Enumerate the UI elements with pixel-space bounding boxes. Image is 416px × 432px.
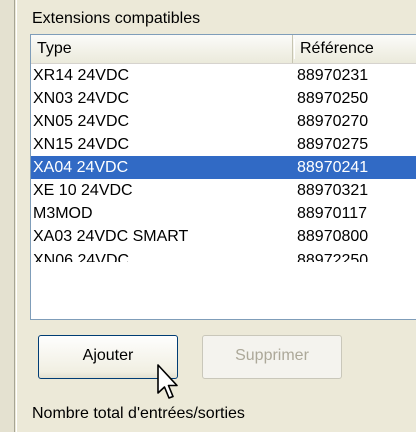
cell-type: XR14 24VDC: [33, 67, 130, 84]
cell-type: XE 10 24VDC: [33, 182, 133, 199]
cell-reference: 88970117: [297, 205, 367, 222]
list-rows: XR14 24VDC 88970231 XN03 24VDC 88970250 …: [31, 64, 416, 262]
list-header: Type Référence: [31, 35, 416, 64]
column-header-type[interactable]: Type: [31, 35, 293, 63]
cell-reference: 88970250: [297, 90, 369, 107]
cell-reference: 88970231: [297, 67, 369, 84]
cell-type: XN03 24VDC: [33, 90, 130, 107]
cell-reference: 88970275: [297, 136, 369, 153]
cell-reference: 88970800: [297, 228, 369, 245]
cell-reference: 88972250: [297, 252, 369, 262]
table-row-selected[interactable]: XA04 24VDC 88970241: [31, 156, 416, 179]
arrow-cursor-icon: [157, 364, 178, 399]
cell-type: XA04 24VDC: [33, 159, 129, 176]
cell-type: XN06 24VDC: [33, 252, 130, 262]
cell-type: XN15 24VDC: [33, 136, 130, 153]
table-row[interactable]: XN03 24VDC 88970250: [31, 87, 416, 110]
table-row[interactable]: XR14 24VDC 88970231: [31, 64, 416, 87]
cell-type: XN05 24VDC: [33, 113, 130, 130]
left-panel-edge: [0, 0, 17, 432]
cell-reference: 88970270: [297, 113, 369, 130]
table-row[interactable]: M3MOD 88970117: [31, 202, 416, 225]
cell-type: XA03 24VDC SMART: [33, 228, 189, 245]
extensions-list[interactable]: Type Référence XR14 24VDC 88970231 XN03 …: [30, 34, 416, 320]
table-row[interactable]: XA03 24VDC SMART 88970800: [31, 225, 416, 248]
cell-type: M3MOD: [33, 205, 93, 222]
table-row[interactable]: XN15 24VDC 88970275: [31, 133, 416, 156]
column-header-reference[interactable]: Référence: [294, 35, 416, 63]
table-row[interactable]: XN05 24VDC 88970270: [31, 110, 416, 133]
total-io-label: Nombre total d'entrées/sorties: [32, 405, 245, 422]
table-row-partial[interactable]: XN06 24VDC 88972250: [31, 248, 416, 262]
cell-reference: 88970241: [297, 159, 369, 176]
cell-reference: 88970321: [297, 182, 369, 199]
group-title: Extensions compatibles: [32, 10, 201, 27]
remove-button[interactable]: Supprimer: [202, 335, 342, 379]
table-row[interactable]: XE 10 24VDC 88970321: [31, 179, 416, 202]
